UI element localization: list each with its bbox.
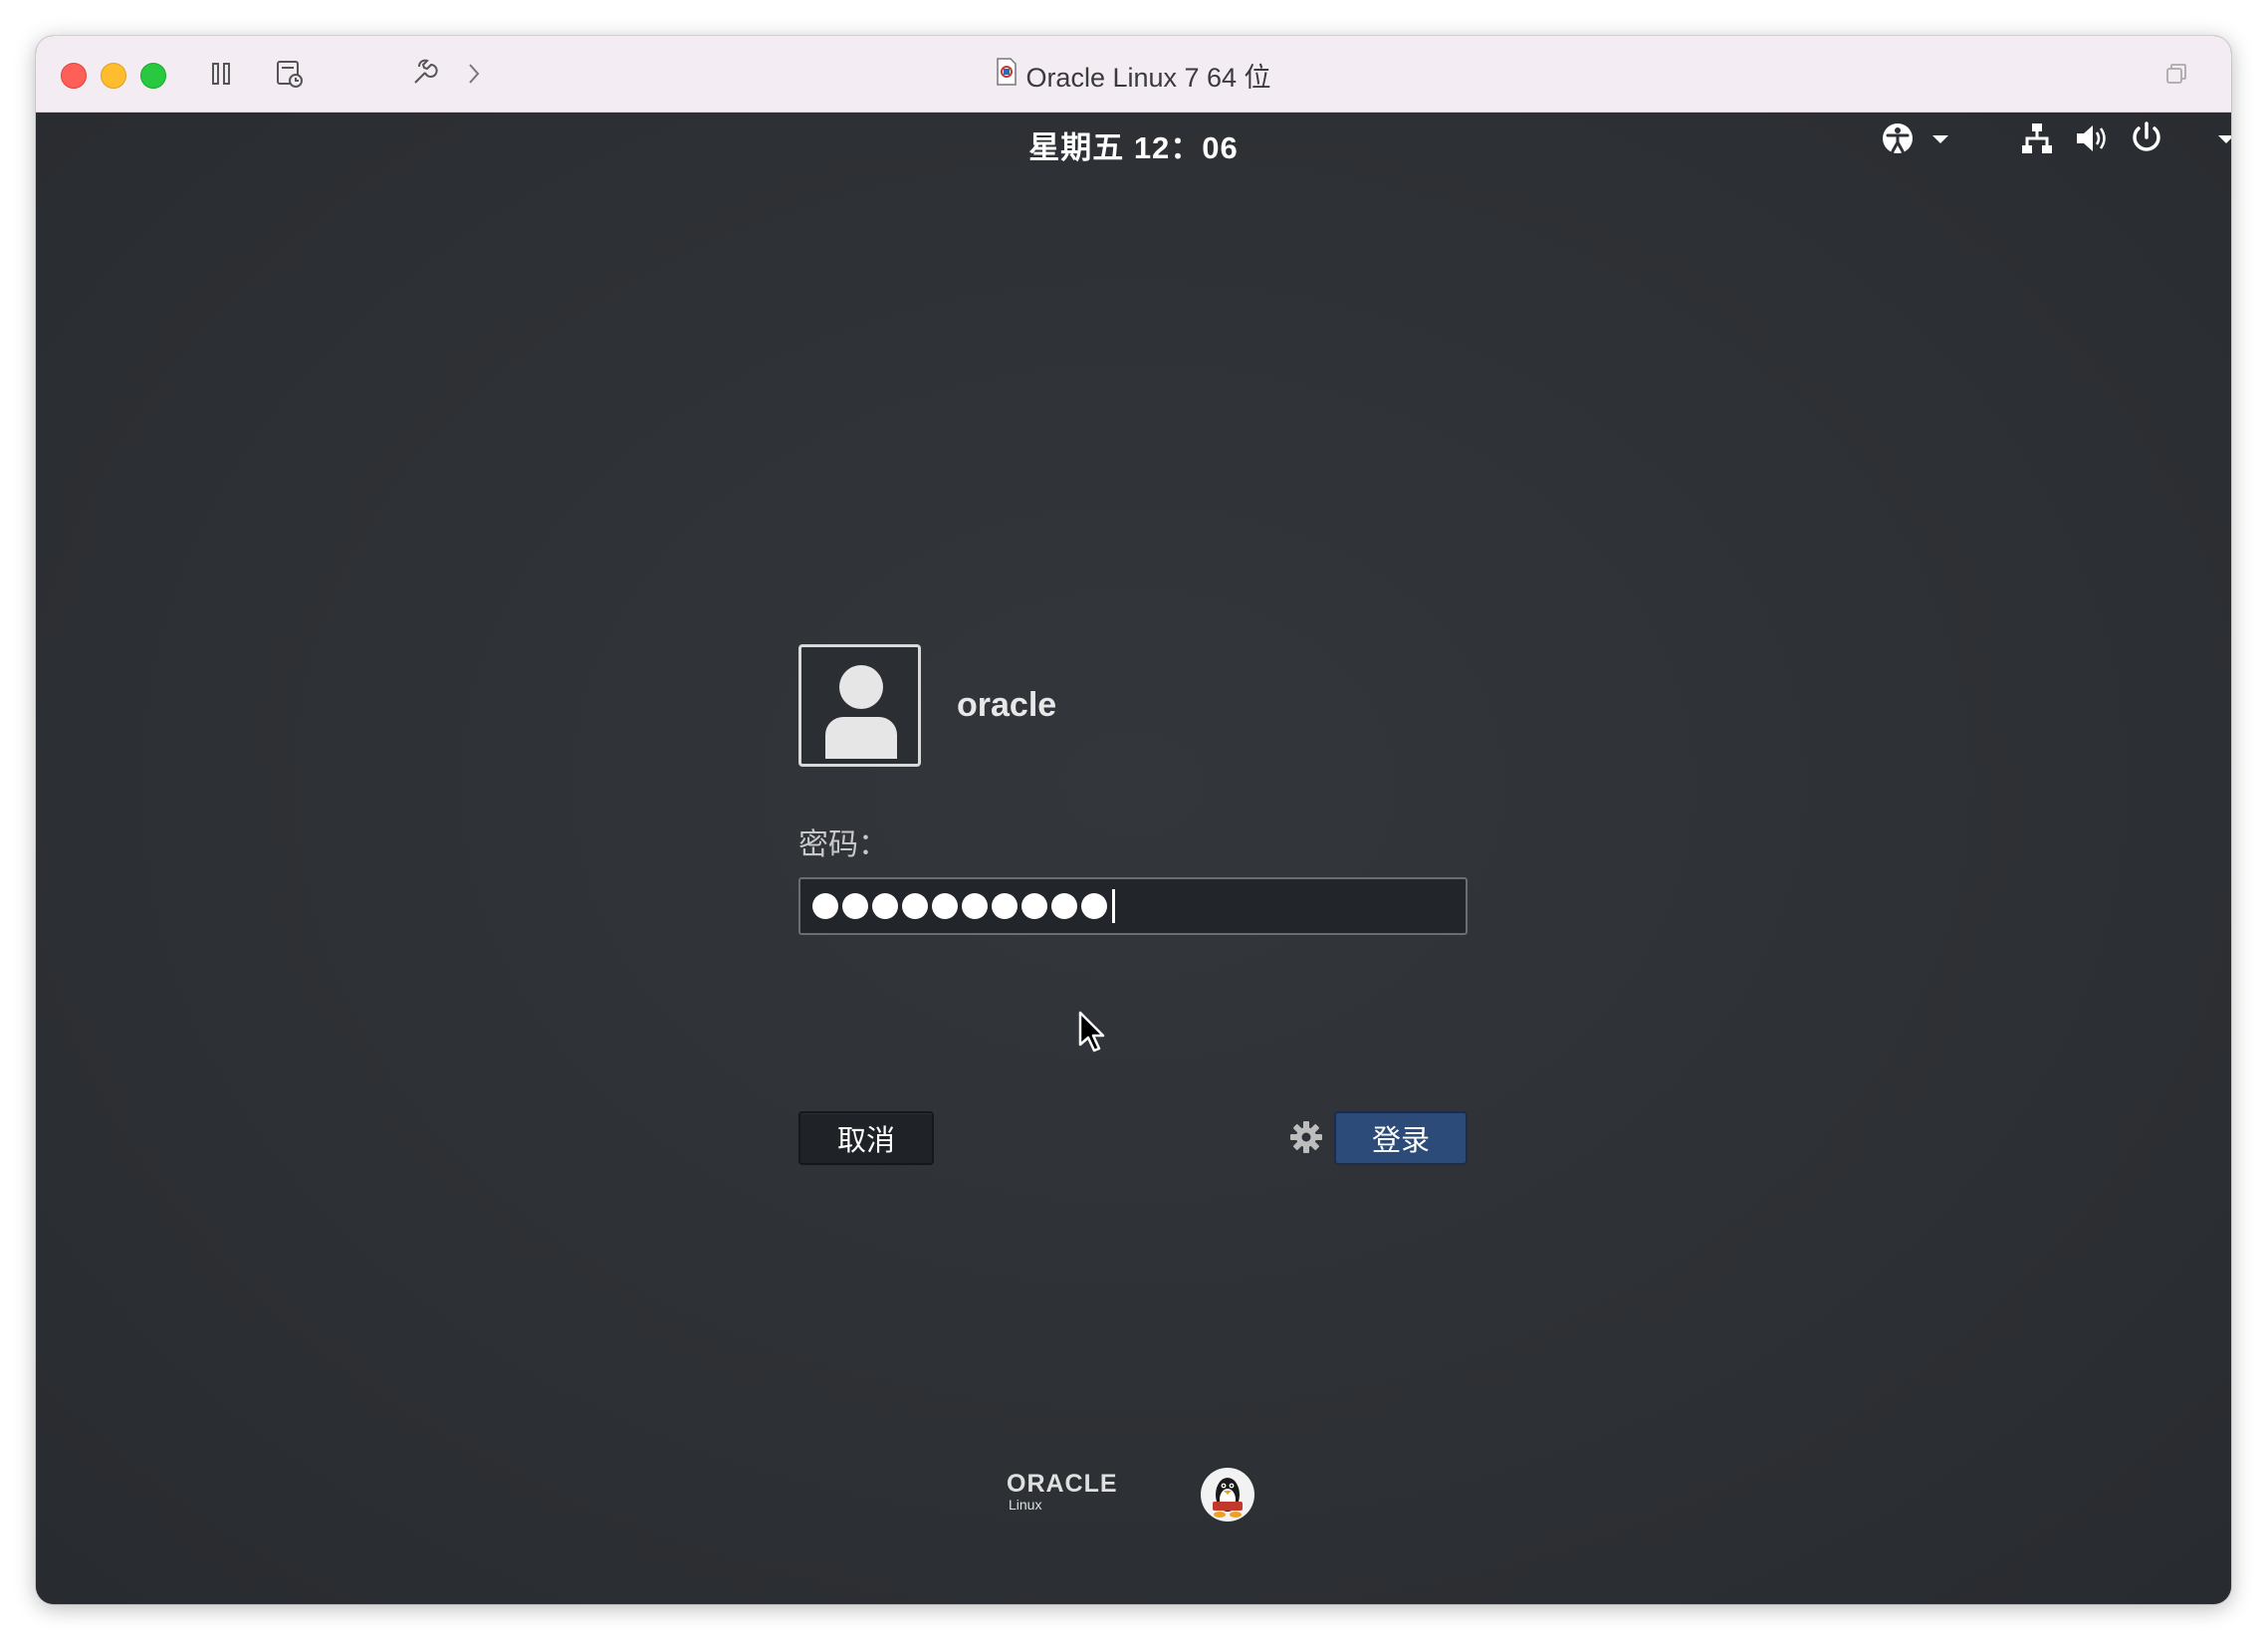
password-mask-dot: [1081, 893, 1107, 919]
tux-penguin-icon: [1200, 1467, 1255, 1527]
password-mask-dot: [992, 893, 1018, 919]
top-panel: 星期五 12：06: [36, 113, 2231, 165]
password-mask-dot: [962, 893, 988, 919]
window-title-area: Oracle Linux 7 64 位: [36, 56, 2231, 95]
password-mask-dot: [1051, 893, 1077, 919]
mouse-pointer-icon: [1078, 1011, 1108, 1059]
text-caret: [1112, 889, 1115, 923]
gdm-login-screen: 星期五 12：06 oracle 密码： 取消 登录 ORACLE Linux: [36, 113, 2231, 1604]
vm-window: Oracle Linux 7 64 位 星期五 12：06 oracle 密码：…: [36, 36, 2231, 1604]
volume-icon[interactable]: [2071, 118, 2111, 158]
login-button[interactable]: 登录: [1334, 1111, 1468, 1165]
password-input[interactable]: [798, 877, 1468, 935]
chevron-down-icon: [2218, 135, 2231, 143]
accessibility-icon: [1883, 123, 1913, 153]
power-icon: [2133, 121, 2160, 151]
user-icon: [825, 665, 897, 759]
avatar: [798, 644, 921, 767]
restore-window-icon[interactable]: [2156, 54, 2196, 94]
network-icon[interactable]: [2017, 118, 2057, 158]
password-mask-dot: [1021, 893, 1047, 919]
window-titlebar: Oracle Linux 7 64 位: [36, 36, 2231, 113]
password-mask-dot: [842, 893, 868, 919]
accessibility-menu[interactable]: [1878, 118, 1957, 158]
window-title: Oracle Linux 7 64 位: [1025, 63, 1271, 93]
session-settings-gear-icon[interactable]: [1289, 1120, 1323, 1159]
password-label: 密码：: [798, 828, 888, 861]
user-entry: oracle: [798, 644, 1056, 767]
password-mask-dot: [872, 893, 898, 919]
chevron-down-icon: [1932, 135, 1948, 143]
password-mask-dot: [812, 893, 838, 919]
vm-document-icon: [996, 58, 1018, 93]
cancel-button[interactable]: 取消: [798, 1111, 934, 1165]
power-menu[interactable]: [2127, 118, 2231, 158]
username: oracle: [957, 686, 1057, 724]
password-mask-dot: [902, 893, 928, 919]
password-mask-dot: [932, 893, 958, 919]
oracle-linux-logo: ORACLE Linux: [1007, 1470, 1118, 1514]
